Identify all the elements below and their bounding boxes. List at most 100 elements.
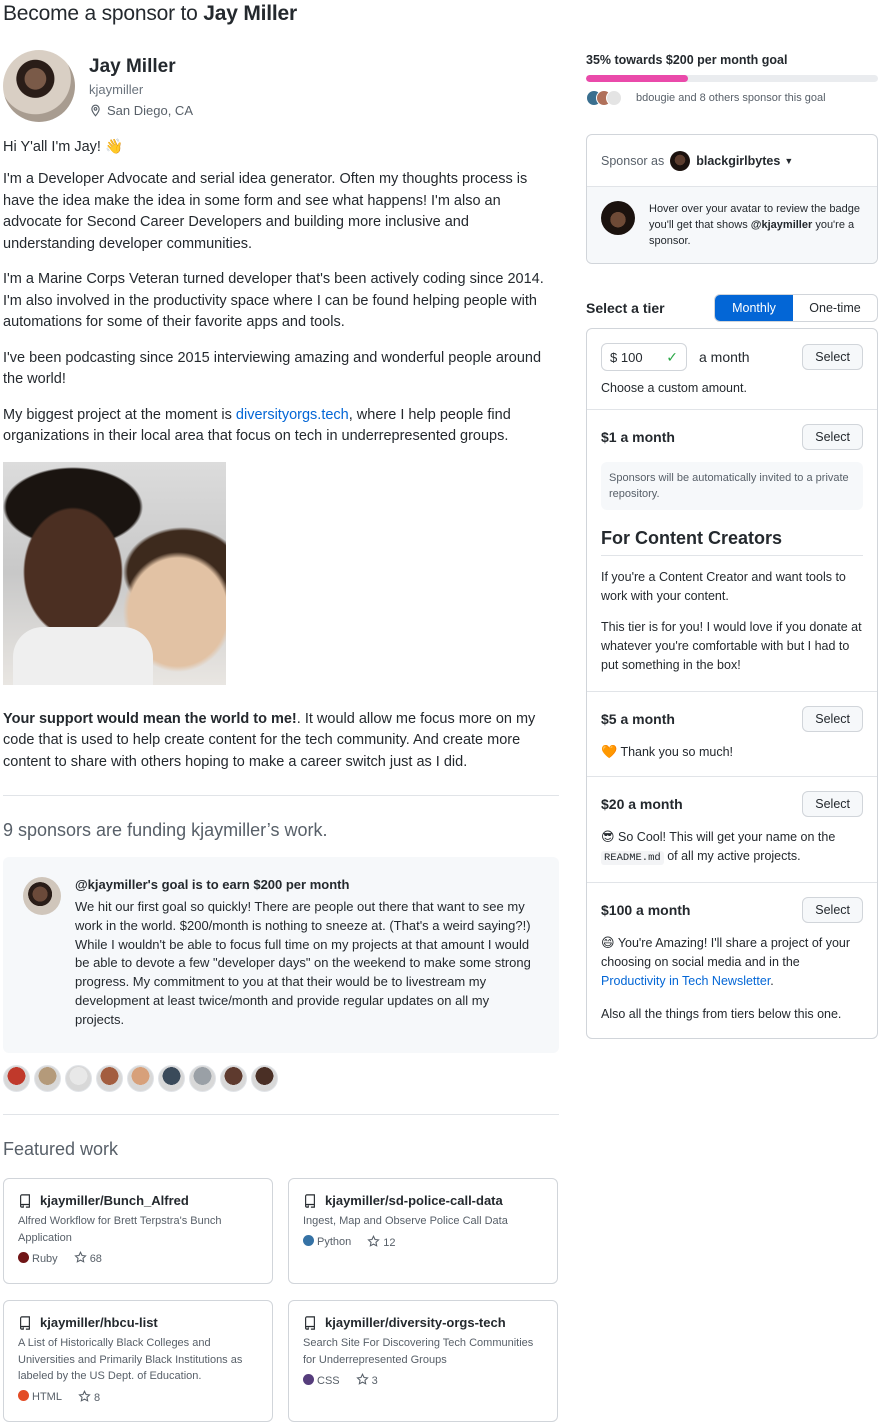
avatar[interactable] [158,1065,185,1092]
tier-description: This tier is for you! I would love if yo… [601,620,862,672]
tier-price: $5 a month [601,711,675,727]
tab-one-time[interactable]: One-time [793,295,877,321]
bio: Hi Y'all I'm Jay! 👋 I'm a Developer Advo… [3,138,559,448]
avatar[interactable] [601,201,635,235]
repo-meta: CSS 3 [303,1372,543,1387]
avatar[interactable] [127,1065,154,1092]
custom-amount-per: a month [699,349,750,365]
repo-stars[interactable]: 68 [73,1250,102,1265]
language-dot-icon [303,1373,314,1385]
caret-down-icon[interactable]: ▼ [784,156,793,166]
repo-meta: Ruby 68 [18,1250,258,1265]
location-pin-icon [91,104,100,117]
repo-stars[interactable]: 8 [78,1389,100,1404]
star-icon [78,1389,91,1402]
profile-photo [3,461,226,685]
support-text: Your support would mean the world to me!… [3,710,536,770]
newsletter-link[interactable]: Productivity in Tech Newsletter [601,974,770,988]
avatar[interactable] [251,1065,278,1092]
tier-price: $20 a month [601,796,683,812]
heart-icon: 🧡 [601,744,618,759]
location-text: San Diego, CA [107,103,193,118]
repo-stars[interactable]: 3 [355,1372,378,1387]
star-icon [73,1250,87,1263]
bio-paragraph: I'm a Developer Advocate and serial idea… [3,171,528,252]
repo-description: Ingest, Map and Observe Police Call Data [303,1215,508,1227]
sponsor-as-header: Sponsor as blackgirlbytes ▼ [587,135,877,187]
tier-note: Sponsors will be automatically invited t… [601,462,863,510]
bio-paragraph: I've been podcasting since 2015 intervie… [3,349,542,388]
goal-progress-bar [586,75,878,82]
tier-item: $20 a month Select 😎 So Cool! This will … [587,777,877,883]
avatar[interactable] [220,1065,247,1092]
diversityorgs-link[interactable]: diversityorgs.tech [236,407,349,423]
repo-meta: Python 12 [303,1234,543,1249]
repo-card[interactable]: kjaymiller/Bunch_Alfred Alfred Workflow … [3,1178,273,1284]
divider [3,795,559,796]
avatar[interactable] [3,50,75,122]
tab-monthly[interactable]: Monthly [715,295,793,321]
sponsor-as-box: Sponsor as blackgirlbytes ▼ Hover over y… [586,134,878,264]
right-column: 35% towards $200 per month goal bdougie … [586,50,878,1039]
repo-card[interactable]: kjaymiller/diversity-orgs-tech Search Si… [288,1300,558,1422]
profile-header: Jay Miller kjaymiller San Diego, CA [3,50,559,124]
page-title-name: Jay Miller [203,2,298,25]
tier-description: Also all the things from tiers below thi… [601,1007,842,1021]
goal-progress-label: 35% towards $200 per month goal [586,53,788,67]
custom-amount-note: Choose a custom amount. [601,381,747,395]
select-button[interactable]: Select [802,897,863,923]
sponsor-as-label: Sponsor as [601,153,665,168]
page-title: Become a sponsor to Jay Miller [3,2,298,25]
avatar [606,90,622,106]
tier-description: 😎 So Cool! This will get your name on th… [601,829,836,865]
tier-header: Select a tier Monthly One-time [586,294,878,322]
avatar[interactable] [96,1065,123,1092]
avatar [670,150,691,171]
repo-stars[interactable]: 12 [367,1234,396,1249]
tier-item: $1 a month Select Sponsors will be autom… [587,410,877,692]
left-column: Jay Miller kjaymiller San Diego, CA Hi Y… [3,50,559,1422]
repo-description: Search Site For Discovering Tech Communi… [303,1337,534,1366]
select-button[interactable]: Select [802,344,863,370]
avatar[interactable] [189,1065,216,1092]
avatar[interactable] [34,1065,61,1092]
repo-name[interactable]: kjaymiller/diversity-orgs-tech [303,1315,543,1330]
repo-description: A List of Historically Black Colleges an… [18,1337,243,1382]
goal-sponsors-text: bdougie and 8 others sponsor this goal [636,92,826,104]
bio-greeting: Hi Y'all I'm Jay! 👋 [3,139,124,155]
avatar[interactable] [3,1065,30,1092]
tier-list: $ 100 ✓ a month Select Choose a custom a… [586,328,878,1039]
language-dot-icon [303,1235,314,1246]
repo-language: HTML [18,1390,62,1403]
tier-price: $100 a month [601,902,691,918]
repo-name[interactable]: kjaymiller/sd-police-call-data [303,1193,543,1208]
star-icon [367,1234,380,1247]
repo-name[interactable]: kjaymiller/Bunch_Alfred [18,1193,258,1208]
readme-code: README.md [601,851,664,865]
profile-login[interactable]: kjaymiller [89,82,143,97]
funding-title: 9 sponsors are funding kjaymiller’s work… [3,820,328,840]
tier-item: $5 a month Select 🧡 Thank you so much! [587,692,877,777]
goal-sponsors[interactable]: bdougie and 8 others sponsor this goal [586,90,878,106]
repo-icon [20,1315,30,1330]
select-button[interactable]: Select [802,791,863,817]
goal-box: @kjaymiller's goal is to earn $200 per m… [3,857,559,1053]
repo-card[interactable]: kjaymiller/hbcu-list A List of Historica… [3,1300,273,1422]
repo-language: Python [303,1235,351,1248]
check-icon: ✓ [666,348,678,365]
repo-icon [305,1315,315,1330]
repo-card[interactable]: kjaymiller/sd-police-call-data Ingest, M… [288,1178,558,1284]
select-button[interactable]: Select [802,706,863,732]
sunglasses-icon: 😎 [601,829,615,844]
custom-amount-input[interactable]: $ 100 ✓ [601,343,687,371]
repo-icon [20,1193,30,1208]
profile-name: Jay Miller [89,56,176,77]
repo-name[interactable]: kjaymiller/hbcu-list [18,1315,258,1330]
avatar[interactable] [65,1065,92,1092]
sponsor-account-select[interactable]: blackgirlbytes [696,154,780,168]
select-button[interactable]: Select [802,424,863,450]
repo-language: CSS [303,1373,340,1387]
profile-location: San Diego, CA [89,103,193,118]
avatar[interactable] [23,877,61,915]
repo-icon [305,1193,315,1208]
